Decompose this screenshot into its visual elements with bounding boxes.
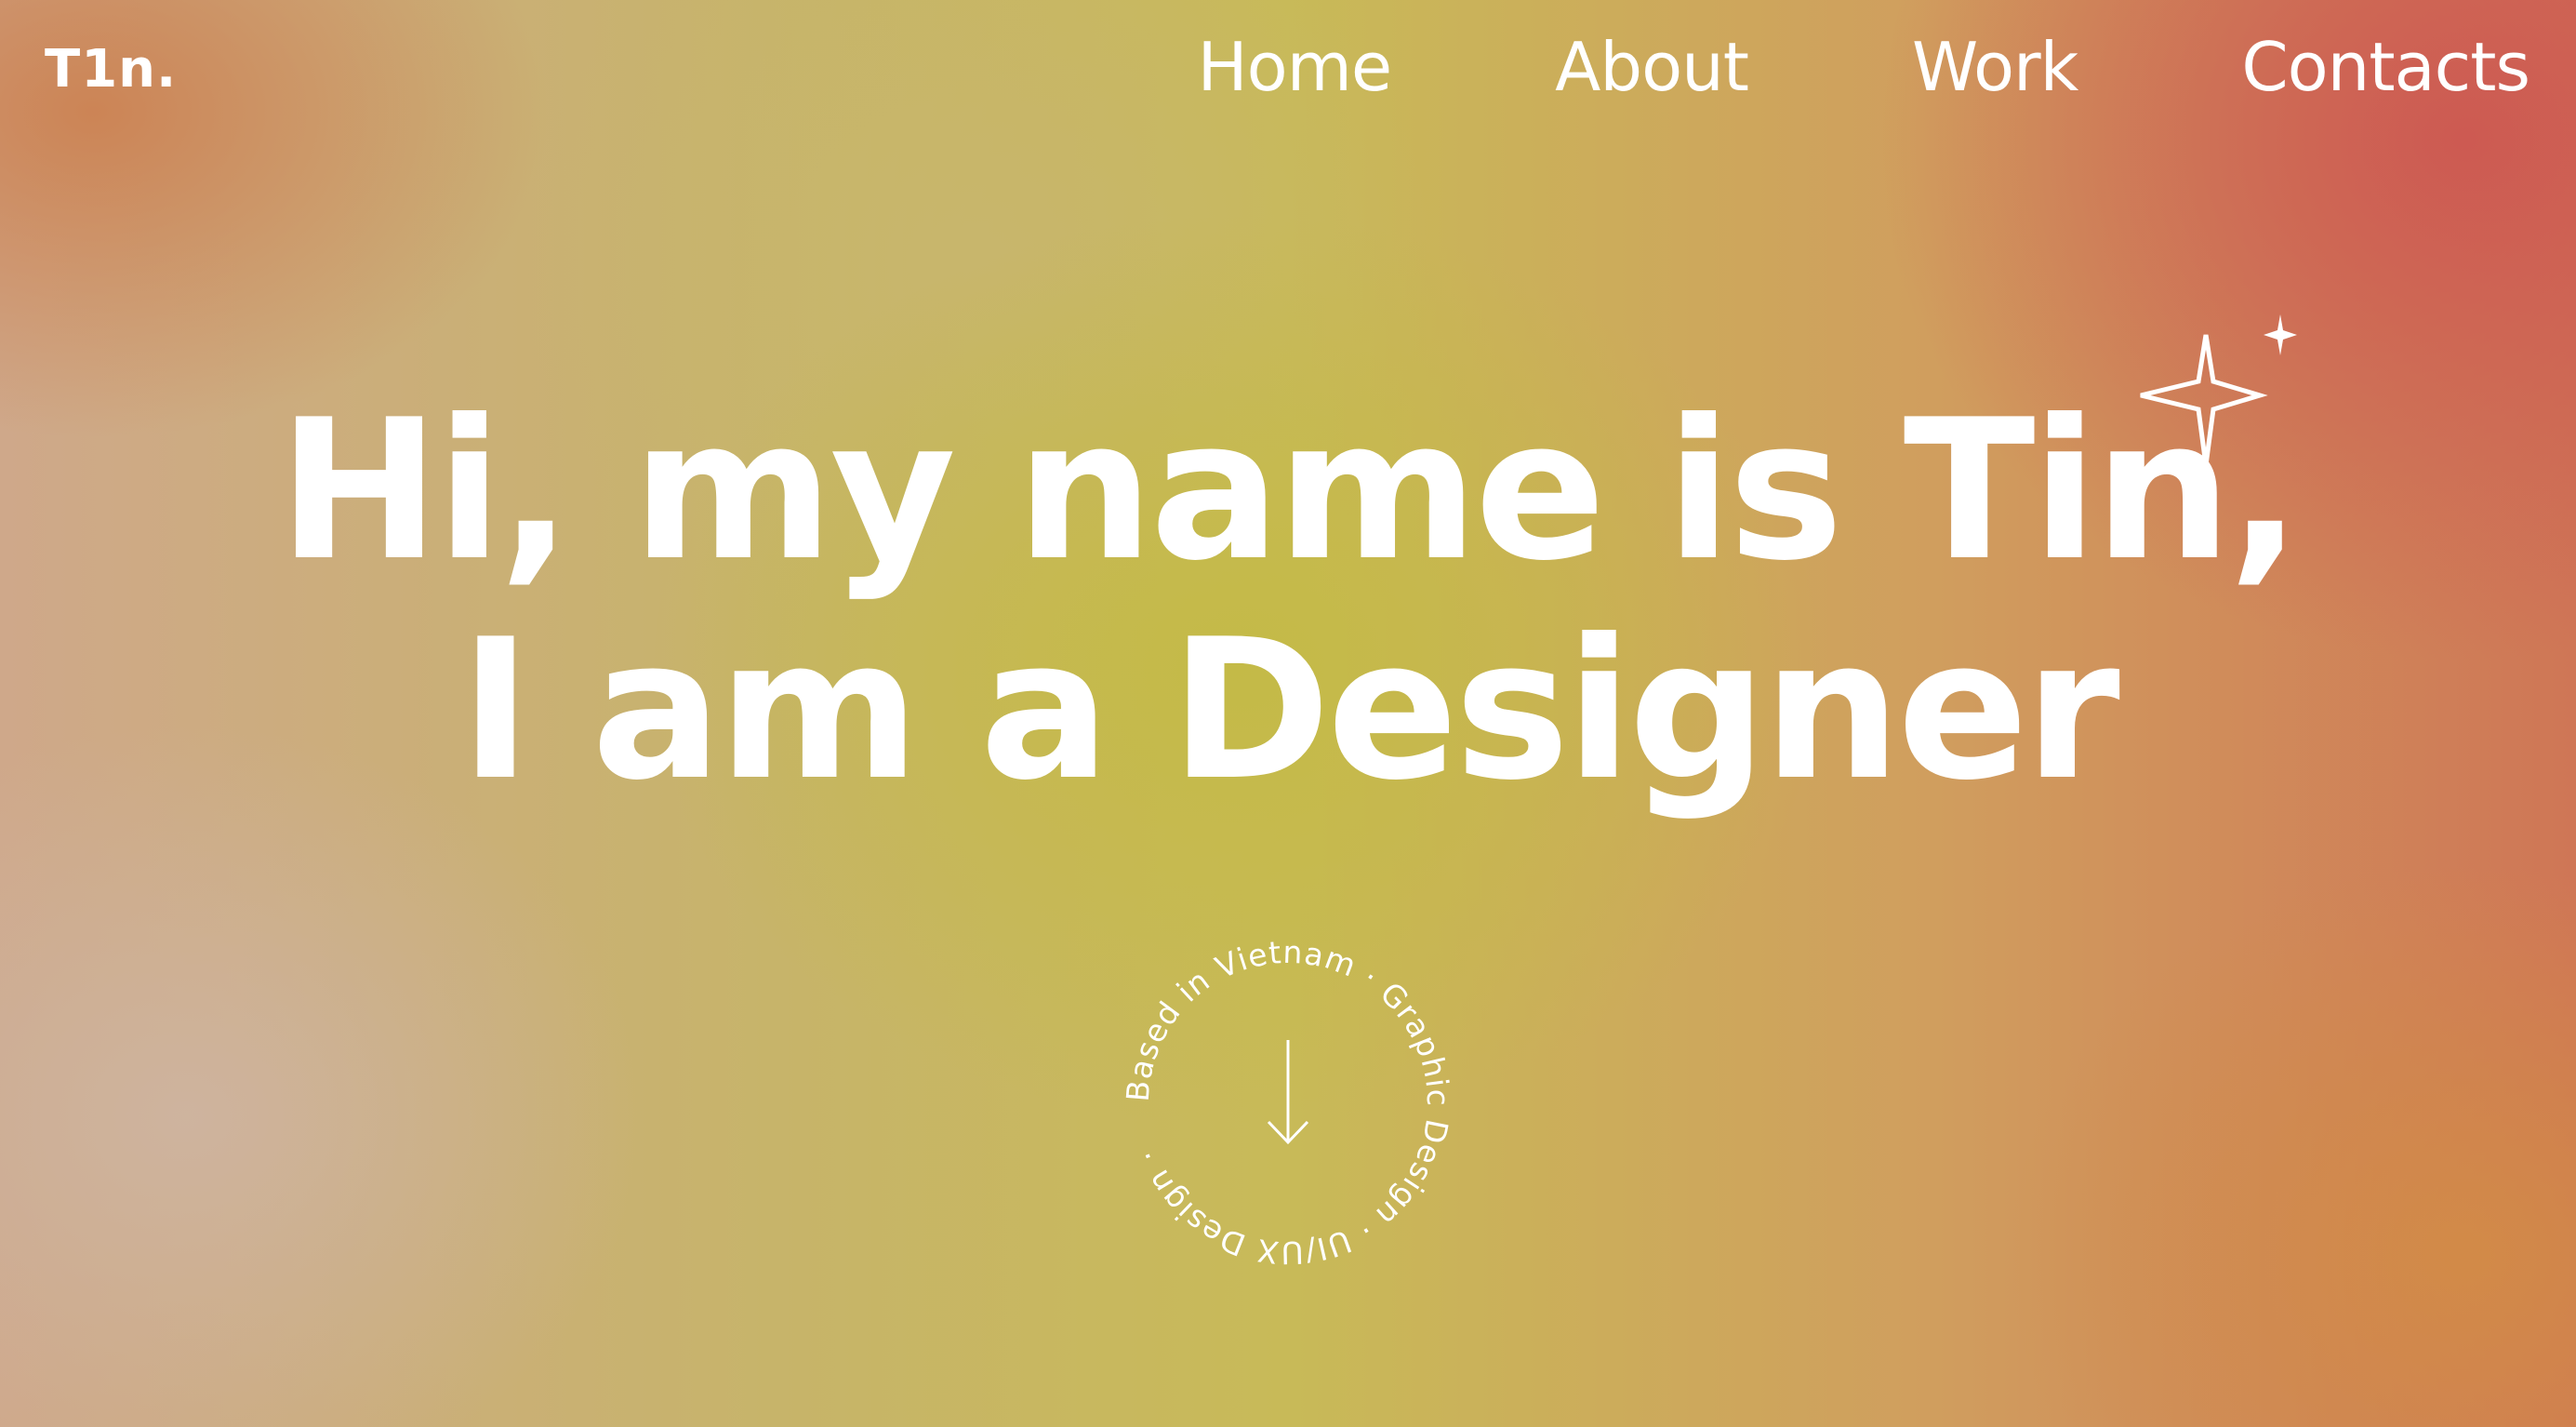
nav-work-link[interactable]: Work bbox=[1912, 28, 2078, 106]
main-nav: Home About Work Contacts bbox=[1198, 28, 2530, 106]
scroll-down-badge[interactable]: Based in Vietnam · Graphic Design · UI/U… bbox=[1125, 940, 1451, 1265]
hero-line-1: Hi, my name is Tin, bbox=[278, 379, 2302, 604]
arrow-down-icon bbox=[1267, 1040, 1309, 1145]
hero-heading: Hi, my name is Tin, I am a Designer bbox=[0, 381, 2576, 820]
hero-line-2: I am a Designer bbox=[459, 598, 2120, 823]
nav-about-link[interactable]: About bbox=[1555, 28, 1749, 106]
nav-contacts-link[interactable]: Contacts bbox=[2241, 28, 2530, 106]
nav-home-link[interactable]: Home bbox=[1198, 28, 1393, 106]
logo[interactable]: T1n. bbox=[45, 39, 177, 100]
